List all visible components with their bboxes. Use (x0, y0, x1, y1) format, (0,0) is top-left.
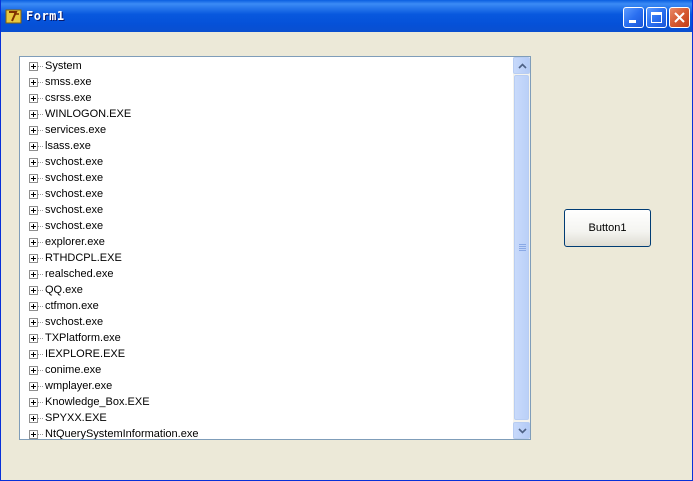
maximize-icon (651, 12, 662, 23)
tree-connector-line (38, 402, 43, 403)
tree-connector-line (38, 66, 43, 67)
tree-connector-line (38, 306, 43, 307)
delphi-app-icon (5, 9, 22, 24)
tree-item-label: smss.exe (45, 76, 92, 88)
tree-connector-line (38, 322, 43, 323)
tree-item-label: svchost.exe (45, 172, 104, 184)
minimize-button[interactable] (623, 7, 644, 28)
plus-box-icon[interactable] (29, 414, 38, 423)
plus-box-icon[interactable] (29, 238, 38, 247)
close-button[interactable] (669, 7, 690, 28)
tree-item-label: conime.exe (45, 364, 102, 376)
tree-connector-line (38, 98, 43, 99)
plus-box-icon[interactable] (29, 94, 38, 103)
tree-item-label: services.exe (45, 124, 107, 136)
tree-connector-line (38, 290, 43, 291)
tree-item-label: WINLOGON.EXE (45, 108, 132, 120)
tree-item-label: IEXPLORE.EXE (45, 348, 126, 360)
tree-connector-line (38, 162, 43, 163)
window-title: Form1 (26, 9, 65, 23)
plus-box-icon[interactable] (29, 206, 38, 215)
tree-connector-line (38, 434, 43, 435)
tree-item-label: QQ.exe (45, 284, 83, 296)
tree-item-label: lsass.exe (45, 140, 91, 152)
chevron-up-icon (518, 63, 527, 69)
plus-box-icon[interactable] (29, 222, 38, 231)
thumb-grip-line (519, 248, 526, 249)
plus-box-icon[interactable] (29, 190, 38, 199)
tree-item-label: Knowledge_Box.EXE (45, 396, 150, 408)
plus-box-icon[interactable] (29, 286, 38, 295)
tree-connector-line (38, 338, 43, 339)
scroll-up-button[interactable] (513, 57, 530, 74)
plus-box-icon[interactable] (29, 302, 38, 311)
tree-item-label: wmplayer.exe (45, 380, 113, 392)
tree-connector-line (38, 226, 43, 227)
tree-item-label: NtQuerySystemInformation.exe (45, 428, 199, 440)
process-tree-view[interactable]: System smss.exe csrss.exe WINLOGON.EXE servi… (19, 56, 531, 440)
tree-connector-line (38, 82, 43, 83)
close-icon (674, 12, 685, 23)
plus-box-icon[interactable] (29, 110, 38, 119)
plus-box-icon[interactable] (29, 398, 38, 407)
plus-box-icon[interactable] (29, 350, 38, 359)
tree-connector-line (38, 418, 43, 419)
tree-item-label: explorer.exe (45, 236, 105, 248)
plus-box-icon[interactable] (29, 430, 38, 439)
tree-item-label: svchost.exe (45, 204, 104, 216)
plus-box-icon[interactable] (29, 254, 38, 263)
tree-connector-line (38, 258, 43, 259)
form1-window: Form1 System smss.exe csrss.exe WINLOGON.EX… (0, 0, 693, 481)
tree-item-label: ctfmon.exe (45, 300, 99, 312)
plus-box-icon[interactable] (29, 366, 38, 375)
tree-connector-line (38, 130, 43, 131)
tree-item-label: RTHDCPL.EXE (45, 252, 122, 264)
title-bar[interactable]: Form1 (1, 0, 692, 32)
plus-box-icon[interactable] (29, 142, 38, 151)
tree-item-label: SPYXX.EXE (45, 412, 107, 424)
tree-connector-line (38, 354, 43, 355)
vertical-scrollbar[interactable] (513, 57, 530, 439)
minimize-icon (629, 20, 636, 23)
tree-connector-line (38, 242, 43, 243)
tree-connector-line (38, 114, 43, 115)
tree-item-label: svchost.exe (45, 188, 104, 200)
plus-box-icon[interactable] (29, 174, 38, 183)
tree-connector-line (38, 274, 43, 275)
tree-item-label: realsched.exe (45, 268, 114, 280)
tree-connector-line (38, 146, 43, 147)
plus-box-icon[interactable] (29, 270, 38, 279)
tree-item-label: TXPlatform.exe (45, 332, 121, 344)
plus-box-icon[interactable] (29, 126, 38, 135)
thumb-grip-line (519, 250, 526, 251)
tree-item-label: svchost.exe (45, 156, 104, 168)
plus-box-icon[interactable] (29, 318, 38, 327)
tree-item-label: svchost.exe (45, 220, 104, 232)
tree-connector-line (38, 210, 43, 211)
plus-box-icon[interactable] (29, 62, 38, 71)
tree-connector-line (38, 370, 43, 371)
plus-box-icon[interactable] (29, 334, 38, 343)
tree-connector-line (38, 194, 43, 195)
maximize-button[interactable] (646, 7, 667, 28)
tree-item-label: csrss.exe (45, 92, 92, 104)
thumb-grip-line (519, 246, 526, 247)
scroll-thumb[interactable] (514, 75, 529, 420)
plus-box-icon[interactable] (29, 78, 38, 87)
tree-item-label: svchost.exe (45, 316, 104, 328)
scroll-down-button[interactable] (513, 422, 530, 439)
plus-box-icon[interactable] (29, 382, 38, 391)
tree-connector-line (38, 386, 43, 387)
tree-item-label: System (45, 60, 82, 72)
chevron-down-icon (518, 428, 527, 434)
plus-box-icon[interactable] (29, 158, 38, 167)
tree-connector-line (38, 178, 43, 179)
button1[interactable]: Button1 (564, 209, 651, 247)
thumb-grip-line (519, 244, 526, 245)
